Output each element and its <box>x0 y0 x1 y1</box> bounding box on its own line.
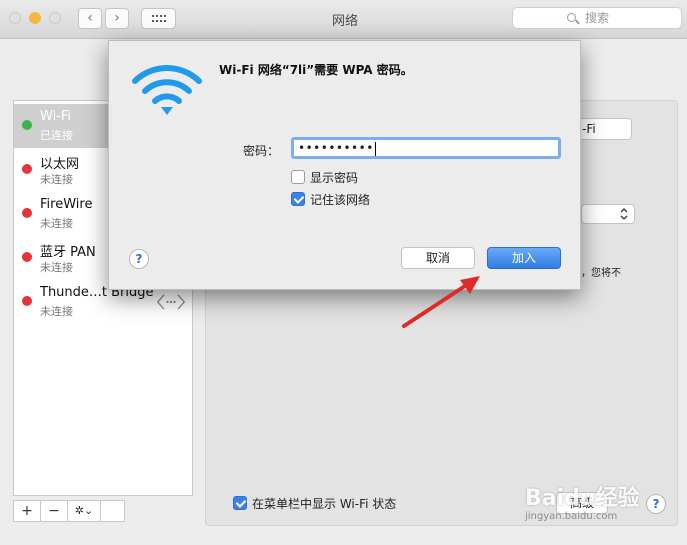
chevron-left-icon: ‹ <box>87 10 93 26</box>
cancel-button[interactable]: 取消 <box>401 247 475 269</box>
service-name: FireWire <box>40 197 93 212</box>
status-dot-icon <box>22 164 32 174</box>
service-status: 未连接 <box>40 305 73 318</box>
status-dot-icon <box>22 208 32 218</box>
dialog-help-button[interactable]: ? <box>129 249 149 269</box>
gear-icon: ✲⌄ <box>74 504 94 517</box>
wifi-icon <box>132 65 202 115</box>
service-name: 蓝牙 PAN <box>40 245 96 260</box>
watermark-url: jingyan.baidu.com <box>525 511 618 522</box>
service-status: 未连接 <box>40 217 73 230</box>
forward-button[interactable]: › <box>105 8 129 29</box>
service-name: 以太网 <box>40 157 80 172</box>
turn-wifi-button[interactable]: -Fi <box>578 118 632 140</box>
back-button[interactable]: ‹ <box>78 8 102 29</box>
zoom-button[interactable] <box>49 12 61 24</box>
status-dot-icon <box>22 296 32 306</box>
network-preferences-window: ‹ › 网络 搜索 Wi-Fi 已连接 以太网 未连接 FireWire 未连接… <box>0 0 687 545</box>
menubar-status-label: 在菜单栏中显示 Wi-Fi 状态 <box>252 497 397 511</box>
chevron-right-icon: › <box>114 10 120 26</box>
service-status: 未连接 <box>40 173 73 186</box>
thunderbolt-bridge-icon <box>156 294 186 310</box>
search-icon <box>567 13 576 22</box>
remove-service-button[interactable]: − <box>41 501 68 521</box>
join-button[interactable]: 加入 <box>487 247 561 269</box>
menubar-status-checkbox[interactable] <box>233 496 247 510</box>
add-service-button[interactable]: + <box>14 501 41 521</box>
red-arrow-annotation <box>402 276 480 328</box>
title-bar: ‹ › 网络 搜索 <box>0 0 687 39</box>
wifi-password-dialog: Wi-Fi 网络“7li”需要 WPA 密码。 密码： •••••••••• 显… <box>108 40 581 290</box>
search-placeholder: 搜索 <box>585 11 610 25</box>
close-button[interactable] <box>9 12 21 24</box>
service-name: Wi-Fi <box>40 109 72 124</box>
service-list-controls: + − ✲⌄ <box>13 500 125 522</box>
remember-network-checkbox[interactable] <box>291 192 305 206</box>
watermark-brand: Baidu经验 <box>525 486 640 511</box>
password-value: •••••••••• <box>298 141 374 155</box>
panel-help-button[interactable]: ? <box>646 494 666 514</box>
turn-wifi-label: -Fi <box>582 122 596 136</box>
dialog-title: Wi-Fi 网络“7li”需要 WPA 密码。 <box>219 63 413 77</box>
ask-join-note: ，您将不 <box>581 268 621 279</box>
network-name-popup[interactable] <box>581 204 635 224</box>
status-dot-icon <box>22 120 32 130</box>
remember-network-label: 记住该网络 <box>310 193 371 207</box>
minimize-button[interactable] <box>29 12 41 24</box>
search-field[interactable]: 搜索 <box>512 7 682 29</box>
text-cursor <box>374 141 376 156</box>
service-status: 已连接 <box>40 129 73 142</box>
password-label: 密码： <box>243 144 280 158</box>
grid-icon <box>152 15 166 22</box>
password-field[interactable]: •••••••••• <box>291 137 561 159</box>
window-title: 网络 <box>331 14 358 29</box>
service-status: 未连接 <box>40 261 73 274</box>
show-all-button[interactable] <box>141 8 176 29</box>
show-password-checkbox[interactable] <box>291 170 305 184</box>
gear-menu-button[interactable]: ✲⌄ <box>68 501 101 521</box>
status-dot-icon <box>22 252 32 262</box>
chevron-updown-icon <box>620 208 628 220</box>
show-password-label: 显示密码 <box>310 171 359 185</box>
